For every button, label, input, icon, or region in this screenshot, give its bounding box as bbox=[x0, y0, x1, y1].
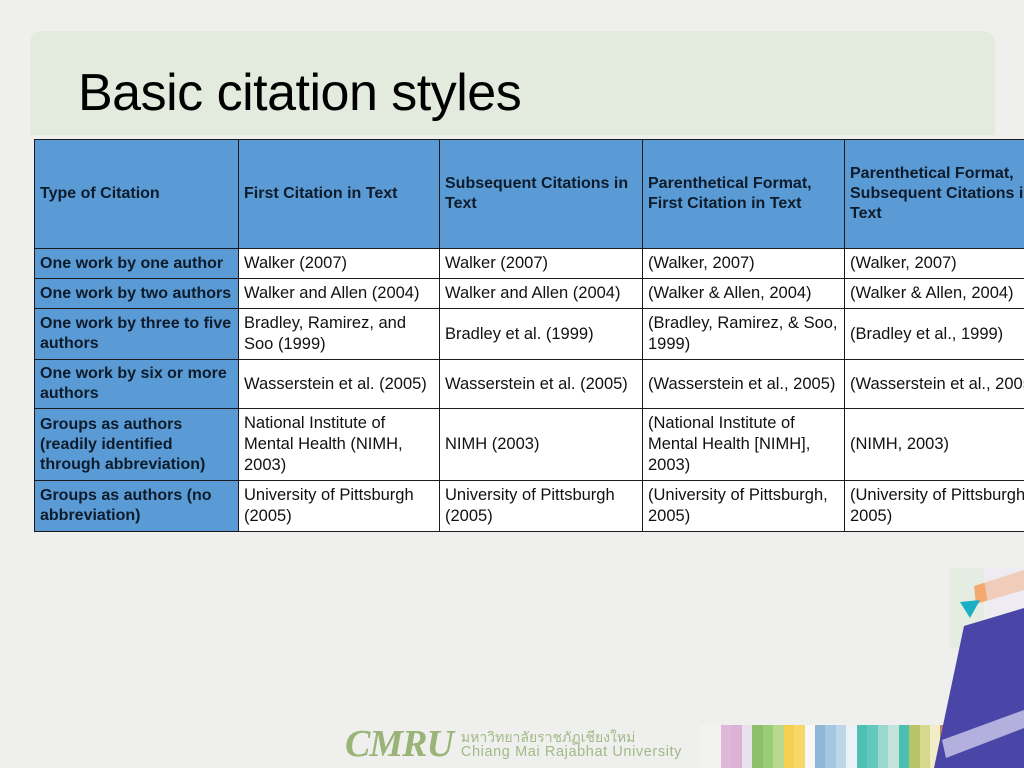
decorative-stripe bbox=[700, 725, 711, 768]
cell-subsequent-citation: Walker and Allen (2004) bbox=[439, 278, 643, 309]
decorative-stripe bbox=[867, 725, 878, 768]
cmru-name-block: มหาวิทยาลัยราชภัฏเชียงใหม่ Chiang Mai Ra… bbox=[461, 728, 682, 760]
decorative-stripe bbox=[835, 725, 847, 768]
column-header-parenthetical-subsequent: Parenthetical Format, Subsequent Citatio… bbox=[844, 139, 1024, 249]
row-label: One work by six or more authors bbox=[34, 359, 239, 409]
table-row: One work by two authors Walker and Allen… bbox=[34, 278, 1024, 309]
cell-parenthetical-first: (University of Pittsburgh, 2005) bbox=[642, 480, 845, 532]
table-row: One work by three to five authors Bradle… bbox=[34, 308, 1024, 360]
row-label: Groups as authors (readily identified th… bbox=[34, 408, 239, 481]
cell-first-citation: University of Pittsburgh (2005) bbox=[238, 480, 440, 532]
decorative-stripe bbox=[752, 725, 763, 768]
cell-parenthetical-subsequent: (Walker, 2007) bbox=[844, 248, 1024, 279]
cell-parenthetical-subsequent: (University of Pittsburgh, 2005) bbox=[844, 480, 1024, 532]
decorative-stripe bbox=[720, 725, 732, 768]
row-label: One work by two authors bbox=[34, 278, 239, 309]
decorative-stripe bbox=[971, 725, 983, 768]
cell-first-citation: Wasserstein et al. (2005) bbox=[238, 359, 440, 409]
cell-parenthetical-first: (National Institute of Mental Health [NI… bbox=[642, 408, 845, 481]
decorative-stripe bbox=[919, 725, 930, 768]
cell-first-citation: National Institute of Mental Health (NIM… bbox=[238, 408, 440, 481]
decorative-stripe bbox=[1013, 725, 1024, 768]
page-title: Basic citation styles bbox=[78, 64, 522, 122]
cell-first-citation: Walker and Allen (2004) bbox=[238, 278, 440, 309]
column-header-parenthetical-first: Parenthetical Format, First Citation in … bbox=[642, 139, 845, 249]
cell-parenthetical-subsequent: (Bradley et al., 1999) bbox=[844, 308, 1024, 360]
cell-first-citation: Walker (2007) bbox=[238, 248, 440, 279]
table-header-row: Type of Citation First Citation in Text … bbox=[34, 139, 1024, 249]
decorative-stripe bbox=[982, 725, 993, 768]
cell-parenthetical-subsequent: (NIMH, 2003) bbox=[844, 408, 1024, 481]
decorative-stripe bbox=[814, 725, 826, 768]
decorative-stripe bbox=[940, 725, 951, 768]
row-label: Groups as authors (no abbreviation) bbox=[34, 480, 239, 532]
decorative-stripe bbox=[794, 725, 805, 768]
decorative-stripe bbox=[992, 725, 1004, 768]
decorative-stripe bbox=[929, 725, 941, 768]
table-row: Groups as authors (no abbreviation) Univ… bbox=[34, 480, 1024, 532]
column-header-type-of-citation: Type of Citation bbox=[34, 139, 239, 249]
decorative-stripe bbox=[762, 725, 774, 768]
decorative-stripe bbox=[888, 725, 899, 768]
cell-subsequent-citation: Wasserstein et al. (2005) bbox=[439, 359, 643, 409]
cell-subsequent-citation: University of Pittsburgh (2005) bbox=[439, 480, 643, 532]
row-label: One work by three to five authors bbox=[34, 308, 239, 360]
cell-subsequent-citation: NIMH (2003) bbox=[439, 408, 643, 481]
decorative-stripe bbox=[731, 725, 742, 768]
slide-canvas: Basic citation styles Type of Citation F… bbox=[0, 0, 1024, 768]
decorative-stripe bbox=[898, 725, 910, 768]
decorative-stripe bbox=[741, 725, 753, 768]
table-body: One work by one author Walker (2007) Wal… bbox=[34, 248, 1024, 532]
cmru-thai-name: มหาวิทยาลัยราชภัฏเชียงใหม่ bbox=[460, 729, 636, 745]
citation-styles-table: Type of Citation First Citation in Text … bbox=[34, 139, 1024, 532]
cell-first-citation: Bradley, Ramirez, and Soo (1999) bbox=[238, 308, 440, 360]
decorative-stripe bbox=[950, 725, 962, 768]
decorative-stripe bbox=[773, 725, 784, 768]
cell-parenthetical-subsequent: (Wasserstein et al., 2005) bbox=[844, 359, 1024, 409]
cell-parenthetical-first: (Walker & Allen, 2004) bbox=[642, 278, 845, 309]
decorative-stripe bbox=[710, 725, 721, 768]
cell-parenthetical-first: (Bradley, Ramirez, & Soo, 1999) bbox=[642, 308, 845, 360]
cell-parenthetical-first: (Walker, 2007) bbox=[642, 248, 845, 279]
decorative-stripe bbox=[846, 725, 857, 768]
cmru-wordmark: CMRU bbox=[345, 723, 454, 765]
table-row: Groups as authors (readily identified th… bbox=[34, 408, 1024, 481]
column-header-first-citation: First Citation in Text bbox=[238, 139, 440, 249]
cell-parenthetical-subsequent: (Walker & Allen, 2004) bbox=[844, 278, 1024, 309]
decorative-stripe bbox=[961, 725, 972, 768]
decorative-stripe bbox=[877, 725, 889, 768]
row-label: One work by one author bbox=[34, 248, 239, 279]
cmru-logo: CMRU มหาวิทยาลัยราชภัฏเชียงใหม่ Chiang M… bbox=[345, 724, 682, 764]
decorative-stripe bbox=[783, 725, 795, 768]
decorative-stripe bbox=[804, 725, 815, 768]
decorative-stripe bbox=[1003, 725, 1014, 768]
table-header: Type of Citation First Citation in Text … bbox=[34, 139, 1024, 249]
decorative-stripe bbox=[856, 725, 868, 768]
column-header-subsequent-citations: Subsequent Citations in Text bbox=[439, 139, 643, 249]
decorative-stripe bbox=[825, 725, 836, 768]
table-row: One work by one author Walker (2007) Wal… bbox=[34, 248, 1024, 279]
cell-subsequent-citation: Bradley et al. (1999) bbox=[439, 308, 643, 360]
decorative-stripe bbox=[909, 725, 920, 768]
cell-parenthetical-first: (Wasserstein et al., 2005) bbox=[642, 359, 845, 409]
cmru-english-name: Chiang Mai Rajabhat University bbox=[460, 744, 683, 760]
table-row: One work by six or more authors Wasserst… bbox=[34, 359, 1024, 409]
decorative-stripes bbox=[700, 725, 1024, 768]
cell-subsequent-citation: Walker (2007) bbox=[439, 248, 643, 279]
